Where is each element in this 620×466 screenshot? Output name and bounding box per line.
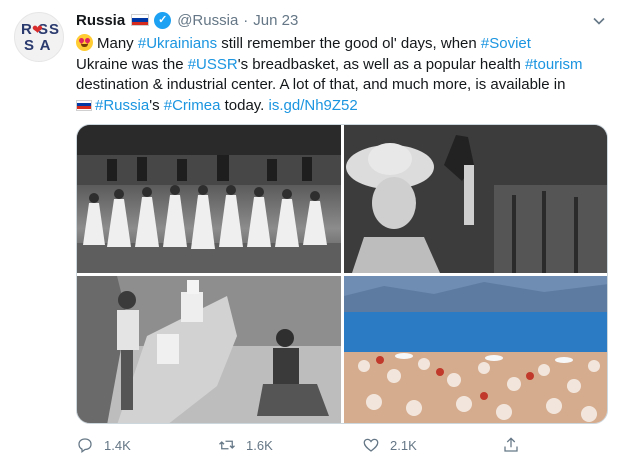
tweet-text: Many #Ukrainians still remember the good… (76, 34, 606, 116)
retweet-icon (219, 440, 235, 450)
hashtag-link[interactable]: #Ukrainians (138, 35, 217, 52)
tweet-text-line: destination & industrial center. A lot o… (76, 75, 606, 96)
photo-crowded-beach[interactable] (344, 276, 607, 423)
reply-icon (78, 438, 92, 454)
retweet-count: 1.6K (246, 437, 273, 453)
tweet-text-line: Many #Ukrainians still remember the good… (76, 34, 606, 55)
avatar-heart-icon: ❤ (32, 22, 43, 37)
verified-badge-icon: ✓ (154, 11, 172, 29)
tweet-text-segment: destination & industrial center. A lot o… (76, 76, 566, 93)
tweet-text-segment: 's breadbasket, as well as a popular hea… (237, 55, 525, 73)
tweet-header: Russia ✓ @Russia · Jun 23 (76, 10, 298, 30)
russia-flag-emoji-icon (76, 99, 92, 111)
account-handle[interactable]: @Russia (177, 12, 238, 29)
tweet-date[interactable]: Jun 23 (253, 12, 298, 29)
hashtag-link[interactable]: #Russia (95, 97, 149, 114)
tweet-text-segment: still remember the good ol' days, when (217, 35, 481, 52)
hashtag-link[interactable]: #USSR (188, 56, 238, 73)
photo-painter-cliff[interactable] (77, 276, 341, 423)
tweet-text-line: Ukraine was the #USSR's breadbasket, as … (76, 55, 606, 76)
share-button[interactable] (502, 434, 530, 456)
russia-flag-icon (131, 14, 150, 26)
header-separator: · (243, 11, 249, 29)
photo-folk-dancers[interactable] (77, 125, 341, 273)
like-count: 2.1K (390, 437, 417, 453)
photo-grid (76, 124, 608, 424)
retweet-button[interactable]: 1.6K (218, 434, 273, 456)
hashtag-link[interactable]: #tourism (525, 56, 583, 73)
photo-woman-grapes[interactable] (344, 125, 607, 273)
tweet-text-segment: 's (149, 96, 164, 114)
hashtag-link[interactable]: #Soviet (481, 35, 531, 52)
tweet-text-line: #Russia's #Crimea today. is.gd/Nh9Z52 (76, 96, 606, 117)
tweet-text-segment: today. (220, 96, 269, 114)
hashtag-link[interactable]: #Crimea (164, 97, 221, 114)
like-button[interactable]: 2.1K (362, 434, 417, 456)
url-link[interactable]: is.gd/Nh9Z52 (269, 97, 358, 114)
account-name[interactable]: Russia (76, 12, 125, 29)
tweet-text-segment: Many (97, 35, 138, 52)
share-icon (504, 437, 518, 452)
heart-icon (363, 438, 379, 452)
chevron-down-icon[interactable] (592, 14, 606, 28)
tweet-card[interactable]: R SS ❤ S A Russia ✓ @Russia · Jun 23 Man… (0, 0, 620, 466)
reply-button[interactable]: 1.4K (76, 434, 131, 456)
heart-eyes-emoji-icon (76, 34, 93, 51)
tweet-actions: 1.4K 1.6K 2.1K (76, 434, 556, 456)
avatar[interactable]: R SS ❤ S A (14, 12, 64, 62)
avatar-logo-bottom: S A (24, 37, 52, 54)
reply-count: 1.4K (104, 437, 131, 453)
tweet-text-segment: Ukraine was the (76, 55, 188, 73)
